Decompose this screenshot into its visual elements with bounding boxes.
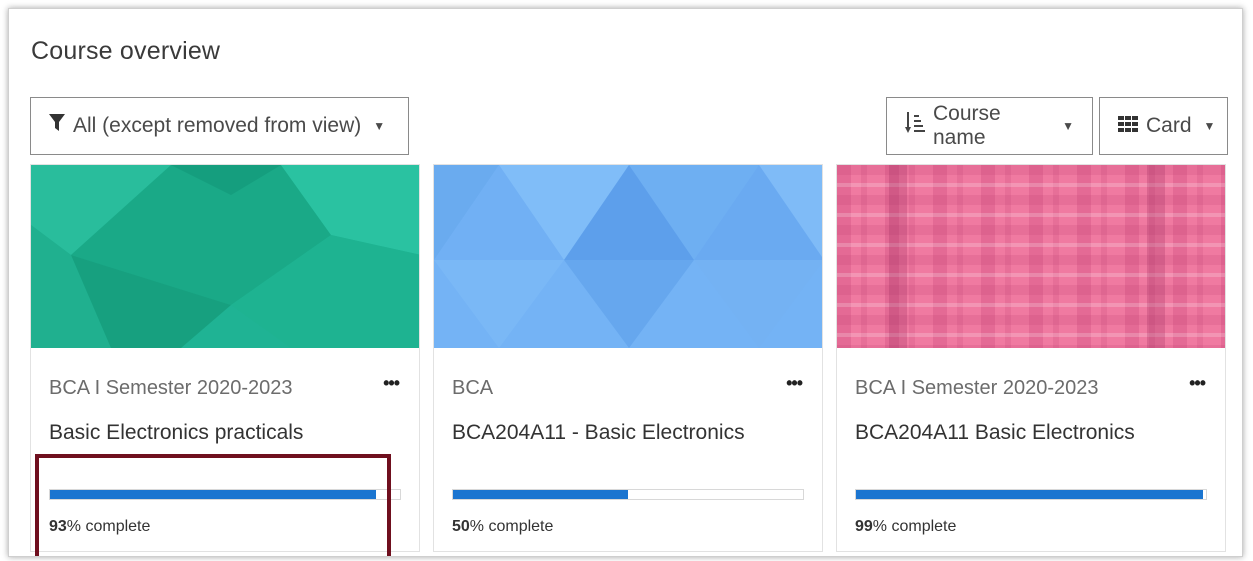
ellipsis-icon[interactable]: ••• [1189,373,1206,394]
filter-icon [49,114,65,138]
course-name[interactable]: Basic Electronics practicals [49,421,303,445]
filter-label: All (except removed from view) [73,114,362,137]
progress-suffix: % complete [469,518,554,535]
progress-value: 50 [452,518,470,535]
view-label: Card [1146,114,1192,137]
course-image[interactable] [31,165,419,348]
course-name[interactable]: BCA204A11 Basic Electronics [855,421,1135,445]
ellipsis-icon[interactable]: ••• [786,373,803,394]
grid-icon [1118,114,1138,138]
course-category: BCA [452,377,494,399]
filter-dropdown-button[interactable]: All (except removed from view) ▼ [30,97,409,155]
course-image[interactable] [434,165,822,348]
highlight-box [35,454,391,556]
progress-fill [856,490,1203,499]
sort-icon [905,111,925,141]
course-image[interactable] [837,165,1225,348]
progress-bar [452,489,804,500]
view-dropdown-button[interactable]: Card ▼ [1099,97,1228,155]
course-card[interactable]: BCA ••• BCA204A11 - Basic Electronics 50… [433,164,823,552]
caret-down-icon: ▼ [1203,119,1216,133]
progress-text: 99% complete [855,518,956,536]
progress-text: 50% complete [452,518,553,536]
ellipsis-icon[interactable]: ••• [383,373,400,394]
course-category: BCA I Semester 2020-2023 [49,377,293,399]
page-title: Course overview [31,37,221,65]
caret-down-icon: ▼ [373,119,386,133]
course-name[interactable]: BCA204A11 - Basic Electronics [452,421,745,445]
progress-fill [453,490,628,499]
caret-down-icon: ▼ [1062,119,1074,133]
progress-value: 99 [855,518,873,535]
course-category: BCA I Semester 2020-2023 [855,377,1099,399]
course-card[interactable]: BCA I Semester 2020-2023 ••• BCA204A11 B… [836,164,1226,552]
course-overview-block: Course overview All (except removed from… [8,8,1243,557]
progress-bar [855,489,1207,500]
sort-label: Course name [933,102,1001,149]
sort-dropdown-button[interactable]: Course name ▼ [886,97,1093,155]
progress-suffix: % complete [872,518,957,535]
